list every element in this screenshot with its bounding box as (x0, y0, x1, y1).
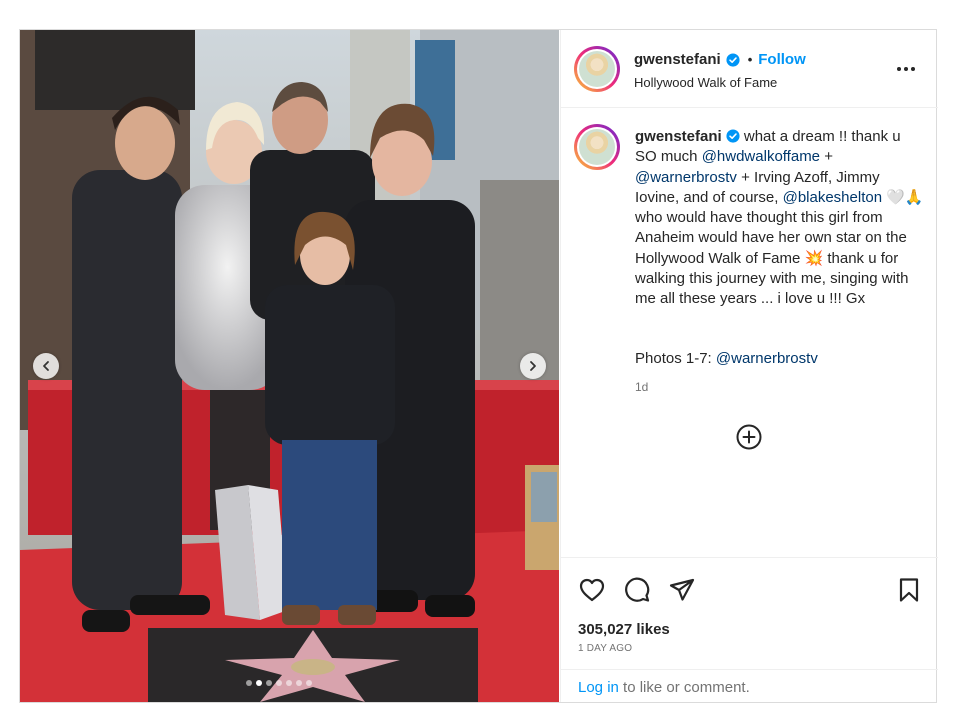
caption-part: + (820, 148, 833, 166)
chevron-right-icon (530, 361, 536, 371)
comment-button[interactable] (623, 576, 651, 604)
separator-dot: • (747, 52, 753, 67)
verified-badge-icon (726, 129, 740, 143)
share-button[interactable] (668, 576, 696, 604)
verified-badge-icon (726, 52, 740, 67)
post-header: gwenstefani • Follow Hollywood Walk of F… (561, 30, 938, 108)
post-photo[interactable] (20, 30, 559, 702)
more-options-icon (897, 67, 915, 71)
previous-photo-button[interactable] (33, 353, 59, 379)
caption-text: gwenstefani what a dream !! thank u SO m… (635, 127, 925, 310)
post-date: 1 DAY AGO (578, 643, 633, 654)
post-side-panel: gwenstefani • Follow Hollywood Walk of F… (560, 30, 938, 702)
login-prompt: Log in to like or comment. (561, 669, 938, 703)
carousel-dot (266, 680, 272, 686)
login-prompt-text: Log in to like or comment. (578, 679, 750, 696)
login-link[interactable]: Log in (578, 679, 619, 696)
carousel-dot (306, 680, 312, 686)
bookmark-icon (899, 578, 919, 602)
mention-link[interactable]: @warnerbrostv (635, 169, 737, 186)
add-comment-button[interactable] (735, 423, 763, 451)
chevron-left-icon (43, 361, 49, 371)
carousel-dot (246, 680, 252, 686)
add-comment-icon (736, 424, 762, 450)
carousel-dot (276, 680, 282, 686)
caption-section: gwenstefani what a dream !! thank u SO m… (561, 108, 938, 558)
carousel-dot (296, 680, 302, 686)
login-rest: to like or comment. (618, 679, 750, 696)
caption-avatar[interactable] (574, 124, 620, 170)
caption-part: 🤍🙏 who would have thought this girl from… (635, 188, 924, 308)
comment-icon (625, 577, 650, 602)
actions-area: 305,027 likes 1 DAY AGO Log in to like o… (561, 557, 938, 702)
location-link[interactable]: Hollywood Walk of Fame (634, 75, 777, 90)
photos-credit-prefix: Photos 1-7: (635, 350, 716, 367)
header-user-row: gwenstefani • Follow (634, 51, 806, 68)
more-options-button[interactable] (895, 58, 917, 80)
share-icon (669, 578, 695, 601)
like-button[interactable] (578, 576, 606, 604)
header-username[interactable]: gwenstefani (634, 51, 721, 68)
carousel-dot (286, 680, 292, 686)
caption-time: 1d (635, 380, 649, 394)
mention-link[interactable]: @warnerbrostv (716, 350, 818, 367)
instagram-post: gwenstefani • Follow Hollywood Walk of F… (19, 29, 938, 703)
mention-link[interactable]: @hwdwalkoffame (702, 148, 820, 165)
likes-count[interactable]: 305,027 likes (578, 621, 670, 638)
save-button[interactable] (895, 576, 923, 604)
mention-link[interactable]: @blakeshelton (783, 189, 882, 206)
heart-icon (579, 578, 605, 602)
photos-credit: Photos 1-7: @warnerbrostv (635, 350, 818, 367)
follow-button[interactable]: Follow (758, 51, 806, 68)
photo-illustration (20, 30, 559, 702)
next-photo-button[interactable] (520, 353, 546, 379)
carousel-indicator (246, 680, 312, 686)
caption-username[interactable]: gwenstefani (635, 128, 722, 145)
avatar[interactable] (574, 46, 620, 92)
carousel-dot (256, 680, 262, 686)
